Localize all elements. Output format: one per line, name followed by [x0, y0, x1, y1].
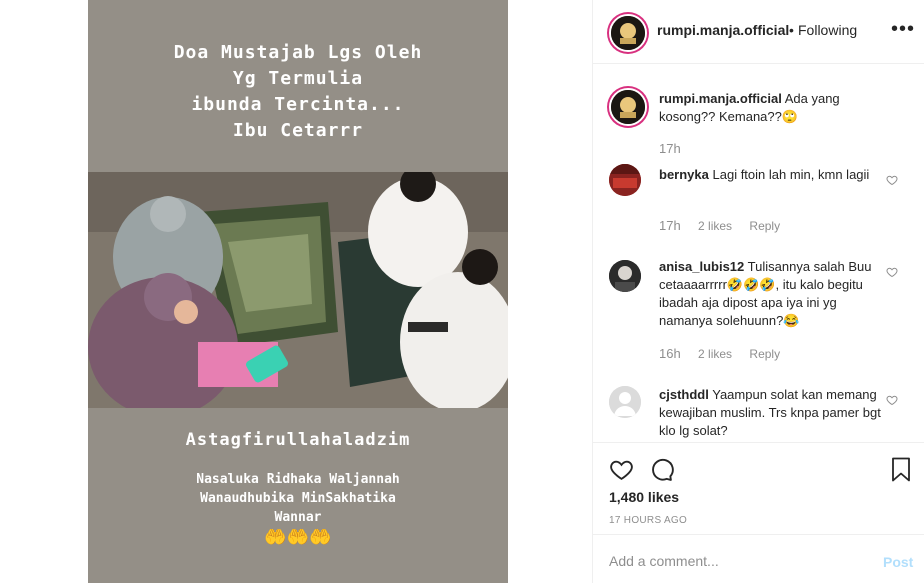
avatar-image [611, 90, 645, 124]
story-caption: Doa Mustajab Lgs Oleh Yg Termulia ibunda… [88, 40, 508, 144]
like-comment-icon[interactable] [886, 394, 898, 406]
prayer-line: Nasaluka Ridhaka Waljannah [196, 472, 400, 487]
comment-username[interactable]: rumpi.manja.official [659, 91, 782, 106]
follow-status-button[interactable]: Following [798, 22, 857, 38]
avatar[interactable] [609, 260, 641, 292]
bookmark-icon[interactable] [891, 457, 911, 482]
hands-emoji: 🤲🤲🤲 [264, 527, 332, 548]
prayer-line: Wanaudhubika MinSakhatika [200, 491, 396, 506]
reply-button[interactable]: Reply [749, 219, 780, 233]
comment-time[interactable]: 16h [659, 346, 681, 361]
post-media-pane: Doa Mustajab Lgs Oleh Yg Termulia ibunda… [0, 0, 592, 583]
add-comment-bar: Post [593, 534, 924, 584]
comment-time[interactable]: 17h [659, 141, 681, 156]
post-actions: 1,480 likes 17 HOURS AGO [593, 442, 924, 535]
comment-text: cjsthddl Yaampun solat kan memang kewaji… [659, 386, 883, 440]
caption-line: Ibu Cetarrr [232, 120, 364, 141]
comment-meta: 17h 2 likes Reply [659, 218, 794, 233]
comment-likes[interactable]: 2 likes [698, 347, 732, 361]
avatar-image [611, 16, 645, 50]
prayer-photo [88, 172, 508, 408]
avatar-image [609, 260, 641, 292]
comment-time[interactable]: 17h [659, 218, 681, 233]
caption-line: Yg Termulia [232, 68, 364, 89]
comment-body: Lagi ftoin lah min, kmn lagii [712, 167, 870, 182]
header-separator: • [789, 22, 794, 38]
post-comment-button[interactable]: Post [883, 554, 913, 570]
comment-bubble-icon[interactable] [649, 457, 674, 482]
comment-text: anisa_lubis12 Tulisannya salah Buu cetaa… [659, 258, 883, 330]
comment-username[interactable]: bernyka [659, 167, 709, 182]
comment-username[interactable]: anisa_lubis12 [659, 259, 744, 274]
default-avatar-icon [609, 386, 641, 418]
more-options-icon[interactable]: ••• [891, 18, 915, 41]
comment-username[interactable]: cjsthddl [659, 387, 709, 402]
post-header: rumpi.manja.official • Following ••• [593, 0, 924, 64]
caption-line: Doa Mustajab Lgs Oleh [173, 42, 423, 63]
story-headline: Astagfirullahaladzim [185, 430, 411, 450]
avatar-image [609, 164, 641, 196]
profile-avatar[interactable] [609, 14, 647, 52]
comment-text: bernyka Lagi ftoin lah min, kmn lagii [659, 166, 883, 184]
comment-meta: 16h 2 likes Reply [659, 346, 794, 361]
post-timestamp[interactable]: 17 HOURS AGO [609, 515, 687, 526]
comment-text: rumpi.manja.official Ada yang kosong?? K… [659, 90, 883, 126]
avatar[interactable] [609, 164, 641, 196]
header-username[interactable]: rumpi.manja.official [657, 22, 789, 38]
prayer-line: Wannar [274, 510, 322, 525]
reply-button[interactable]: Reply [749, 347, 780, 361]
story-prayer: Nasaluka Ridhaka Waljannah Wanaudhubika … [88, 470, 508, 527]
like-comment-icon[interactable] [886, 174, 898, 186]
like-heart-icon[interactable] [609, 457, 634, 482]
avatar[interactable] [609, 88, 647, 126]
comment-likes[interactable]: 2 likes [698, 219, 732, 233]
prayer-photo-illustration [88, 172, 508, 408]
post-details-pane: rumpi.manja.official • Following ••• rum… [592, 0, 924, 583]
add-comment-input[interactable] [609, 553, 849, 569]
story-image: Doa Mustajab Lgs Oleh Yg Termulia ibunda… [88, 0, 508, 583]
likes-count[interactable]: 1,480 likes [609, 489, 679, 505]
comment-meta: 17h [659, 141, 695, 156]
avatar[interactable] [609, 386, 641, 418]
like-comment-icon[interactable] [886, 266, 898, 278]
caption-line: ibunda Tercinta... [191, 94, 405, 115]
comments-list[interactable]: rumpi.manja.official Ada yang kosong?? K… [593, 64, 924, 442]
